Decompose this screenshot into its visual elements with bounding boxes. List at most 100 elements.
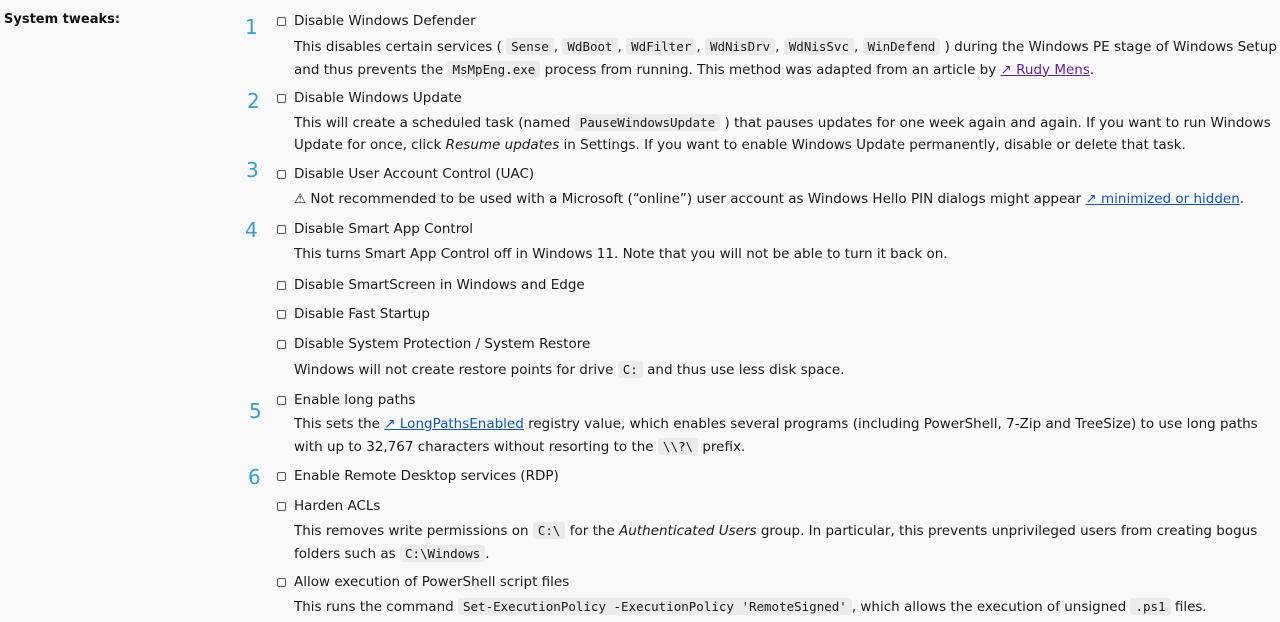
desc-text: folders such as bbox=[294, 545, 396, 562]
option-description: This sets the ↗ LongPathsEnabled registr… bbox=[294, 414, 1279, 458]
annotation-1: 1 bbox=[245, 15, 258, 39]
option-disable-windows-update: Disable Windows Update This will create … bbox=[277, 89, 1271, 153]
code-wdnissvc: WdNisSvc bbox=[783, 38, 854, 55]
option-head[interactable]: Enable Remote Desktop services (RDP) bbox=[277, 467, 559, 485]
link-rudy-mens[interactable]: ↗ Rudy Mens bbox=[1001, 62, 1090, 78]
annotation-5: 5 bbox=[249, 399, 262, 423]
option-description: This disables certain services ( Sense, … bbox=[294, 38, 1277, 78]
option-description: Windows will not create restore points f… bbox=[294, 359, 1279, 382]
option-head[interactable]: Harden ACLs bbox=[277, 497, 380, 515]
desc-text: prefix. bbox=[702, 438, 746, 455]
checkbox-enable-rdp[interactable] bbox=[277, 471, 286, 481]
code-wdboot: WdBoot bbox=[562, 38, 618, 55]
desc-text: , which allows the execution of unsigned bbox=[851, 599, 1127, 615]
checkbox-disable-defender[interactable] bbox=[277, 16, 286, 26]
code-sense: Sense bbox=[506, 38, 554, 55]
desc-text: This will create a scheduled task (named bbox=[294, 115, 571, 131]
option-label[interactable]: Harden ACLs bbox=[294, 498, 380, 514]
checkbox-harden-acls[interactable] bbox=[277, 501, 286, 511]
checkbox-disable-smart-app-control[interactable] bbox=[277, 224, 286, 234]
code-c-root: C:\ bbox=[532, 522, 566, 539]
option-head[interactable]: Disable SmartScreen in Windows and Edge bbox=[277, 276, 585, 294]
desc-emphasis: Resume updates bbox=[445, 136, 560, 153]
desc-emphasis: Authenticated Users bbox=[619, 523, 757, 539]
desc-warning-text: ⚠ Not recommended to be used with a Micr… bbox=[294, 191, 1082, 207]
code-set-executionpolicy: Set-ExecutionPolicy -ExecutionPolicy 'Re… bbox=[458, 598, 852, 615]
option-harden-acls: Harden ACLs This removes write permissio… bbox=[277, 497, 1257, 562]
option-description: This will create a scheduled task (named… bbox=[294, 112, 1279, 156]
checkbox-disable-windows-update[interactable] bbox=[277, 93, 286, 103]
desc-text: files. bbox=[1174, 599, 1207, 615]
option-label[interactable]: Disable User Account Control (UAC) bbox=[294, 166, 534, 182]
annotation-2: 2 bbox=[247, 89, 260, 113]
option-disable-smartscreen: Disable SmartScreen in Windows and Edge bbox=[277, 276, 585, 294]
desc-text: This runs the command bbox=[294, 599, 454, 615]
desc-text: ) that pauses updates for one week again… bbox=[724, 115, 1207, 131]
desc-text: for the bbox=[569, 523, 615, 539]
option-enable-long-paths: Enable long paths This sets the ↗ LongPa… bbox=[277, 391, 1258, 455]
option-label[interactable]: Disable System Protection / System Resto… bbox=[294, 336, 590, 352]
option-label[interactable]: Disable Windows Defender bbox=[294, 13, 476, 29]
desc-text: process from running. This method was ad… bbox=[544, 61, 997, 78]
option-disable-smart-app-control: Disable Smart App Control This turns Sma… bbox=[277, 220, 948, 262]
desc-text: group. In particular, this prevents unpr… bbox=[760, 523, 1258, 539]
option-label[interactable]: Disable Smart App Control bbox=[294, 221, 473, 237]
link-longpathsenabled[interactable]: ↗ LongPathsEnabled bbox=[384, 416, 524, 432]
option-disable-uac: Disable User Account Control (UAC) ⚠ Not… bbox=[277, 165, 1244, 207]
code-windefend: WinDefend bbox=[862, 38, 941, 55]
option-label[interactable]: Allow execution of PowerShell script fil… bbox=[294, 574, 569, 590]
option-disable-fast-startup: Disable Fast Startup bbox=[277, 305, 430, 323]
option-disable-defender: Disable Windows Defender This disables c… bbox=[277, 12, 1277, 78]
option-disable-system-restore: Disable System Protection / System Resto… bbox=[277, 335, 845, 378]
option-head[interactable]: Disable Smart App Control bbox=[277, 220, 473, 238]
desc-text: . bbox=[1089, 61, 1095, 78]
option-label[interactable]: Disable SmartScreen in Windows and Edge bbox=[294, 277, 585, 293]
desc-text: This removes write permissions on bbox=[294, 523, 529, 539]
option-description: ⚠ Not recommended to be used with a Micr… bbox=[294, 189, 1279, 211]
code-c-windows: C:\Windows bbox=[399, 544, 486, 562]
annotation-4: 4 bbox=[245, 218, 258, 242]
option-head[interactable]: Disable System Protection / System Resto… bbox=[277, 335, 590, 353]
option-label[interactable]: Enable long paths bbox=[294, 392, 415, 408]
settings-page: System tweaks: 1 2 3 4 5 6 Disable Windo… bbox=[0, 0, 1280, 622]
code-ps1: .ps1 bbox=[1130, 598, 1171, 615]
checkbox-disable-uac[interactable] bbox=[277, 169, 286, 179]
code-long-path-prefix: \\?\ bbox=[657, 437, 699, 455]
checkbox-disable-smartscreen[interactable] bbox=[277, 280, 286, 290]
checkbox-disable-system-restore[interactable] bbox=[277, 339, 286, 349]
desc-text: ) during the Windows PE stage of Windows bbox=[944, 39, 1234, 55]
link-minimized-or-hidden[interactable]: ↗ minimized or hidden bbox=[1085, 191, 1239, 207]
option-description: This runs the command Set-ExecutionPolic… bbox=[294, 596, 1279, 619]
code-wdfilter: WdFilter bbox=[626, 38, 697, 55]
desc-text: in Settings. If you want to enable Windo… bbox=[563, 136, 1186, 153]
option-head[interactable]: Disable Fast Startup bbox=[277, 305, 430, 323]
option-head[interactable]: Enable long paths bbox=[277, 391, 415, 409]
option-head[interactable]: Disable Windows Update bbox=[277, 89, 462, 107]
option-allow-powershell-scripts: Allow execution of PowerShell script fil… bbox=[277, 573, 1207, 615]
checkbox-disable-fast-startup[interactable] bbox=[277, 309, 286, 319]
code-pausewindowsupdate: PauseWindowsUpdate bbox=[574, 114, 721, 131]
option-description: This removes write permissions on C:\ fo… bbox=[294, 520, 1279, 565]
code-msmpeng: MsMpEng.exe bbox=[447, 60, 541, 78]
option-head[interactable]: Disable User Account Control (UAC) bbox=[277, 165, 534, 183]
desc-text: . bbox=[485, 545, 490, 562]
code-drive-c: C: bbox=[617, 361, 643, 378]
desc-text: This disables certain services ( bbox=[294, 39, 502, 55]
code-wdnisdrv: WdNisDrv bbox=[704, 38, 776, 55]
desc-text: This sets the bbox=[294, 416, 380, 432]
option-label[interactable]: Disable Fast Startup bbox=[294, 306, 430, 322]
option-label[interactable]: Enable Remote Desktop services (RDP) bbox=[294, 468, 559, 484]
desc-text: Windows will not create restore points f… bbox=[294, 362, 614, 378]
checkbox-allow-powershell-scripts[interactable] bbox=[277, 577, 286, 587]
section-label: System tweaks: bbox=[4, 12, 121, 27]
desc-text: . bbox=[1239, 191, 1245, 207]
option-head[interactable]: Disable Windows Defender bbox=[277, 12, 476, 30]
option-description: This turns Smart App Control off in Wind… bbox=[294, 246, 948, 262]
option-head[interactable]: Allow execution of PowerShell script fil… bbox=[277, 573, 569, 591]
option-enable-rdp: Enable Remote Desktop services (RDP) bbox=[277, 467, 559, 485]
annotation-6: 6 bbox=[248, 465, 261, 489]
annotation-3: 3 bbox=[246, 158, 259, 182]
option-label[interactable]: Disable Windows Update bbox=[294, 90, 462, 106]
checkbox-enable-long-paths[interactable] bbox=[277, 395, 286, 405]
desc-text: and thus use less disk space. bbox=[647, 362, 845, 378]
